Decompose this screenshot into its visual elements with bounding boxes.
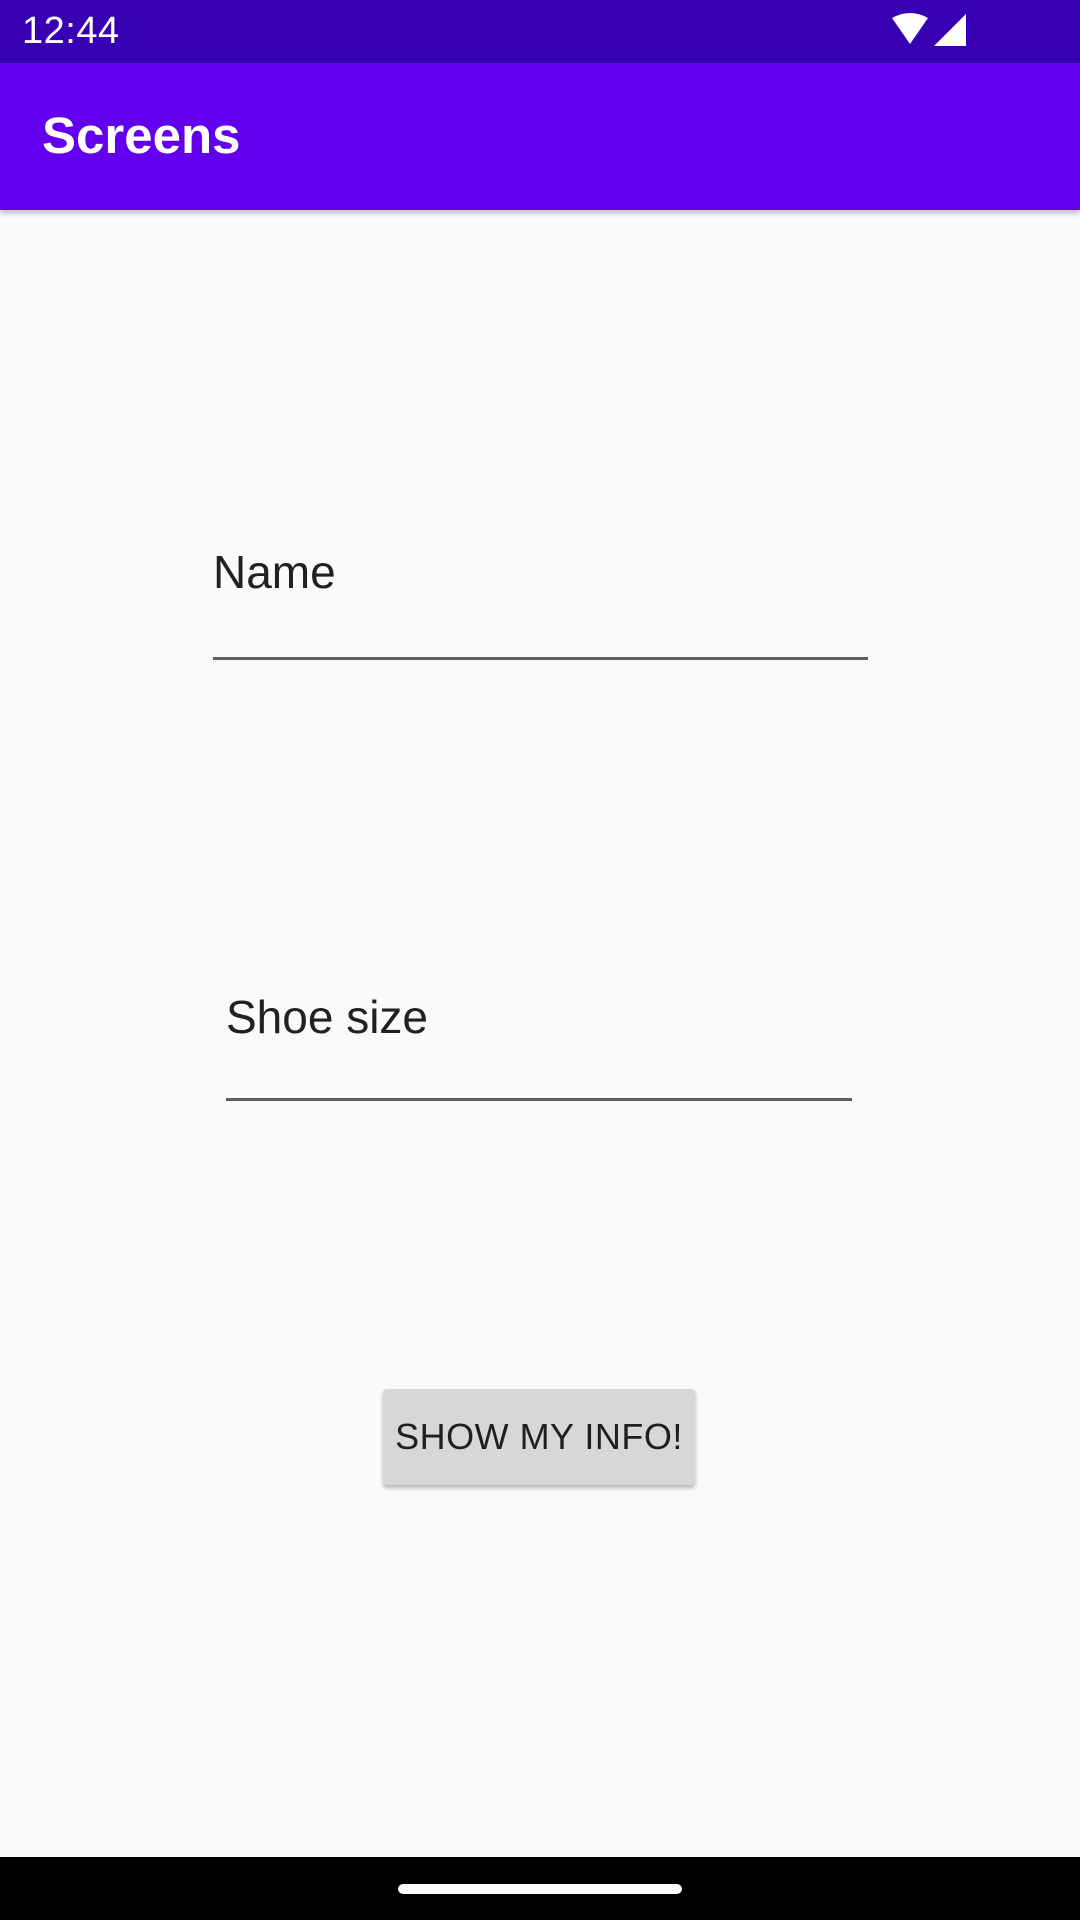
name-field[interactable]: Name xyxy=(213,540,868,660)
app-bar: Screens xyxy=(0,63,1080,210)
status-bar: 12:44 xyxy=(0,0,1080,63)
wifi-icon xyxy=(892,13,928,44)
shoe-size-field[interactable]: Shoe size xyxy=(226,985,852,1101)
app-title: Screens xyxy=(42,107,241,164)
status-time: 12:44 xyxy=(22,10,120,52)
show-my-info-button[interactable]: SHOW MY INFO! xyxy=(383,1389,695,1485)
status-icons xyxy=(890,12,970,52)
navigation-bar xyxy=(0,1857,1080,1920)
home-handle-icon[interactable] xyxy=(398,1884,682,1894)
shoe-size-field-hint: Shoe size xyxy=(226,991,429,1043)
name-field-hint: Name xyxy=(213,546,336,598)
cellular-signal-icon xyxy=(934,14,966,46)
